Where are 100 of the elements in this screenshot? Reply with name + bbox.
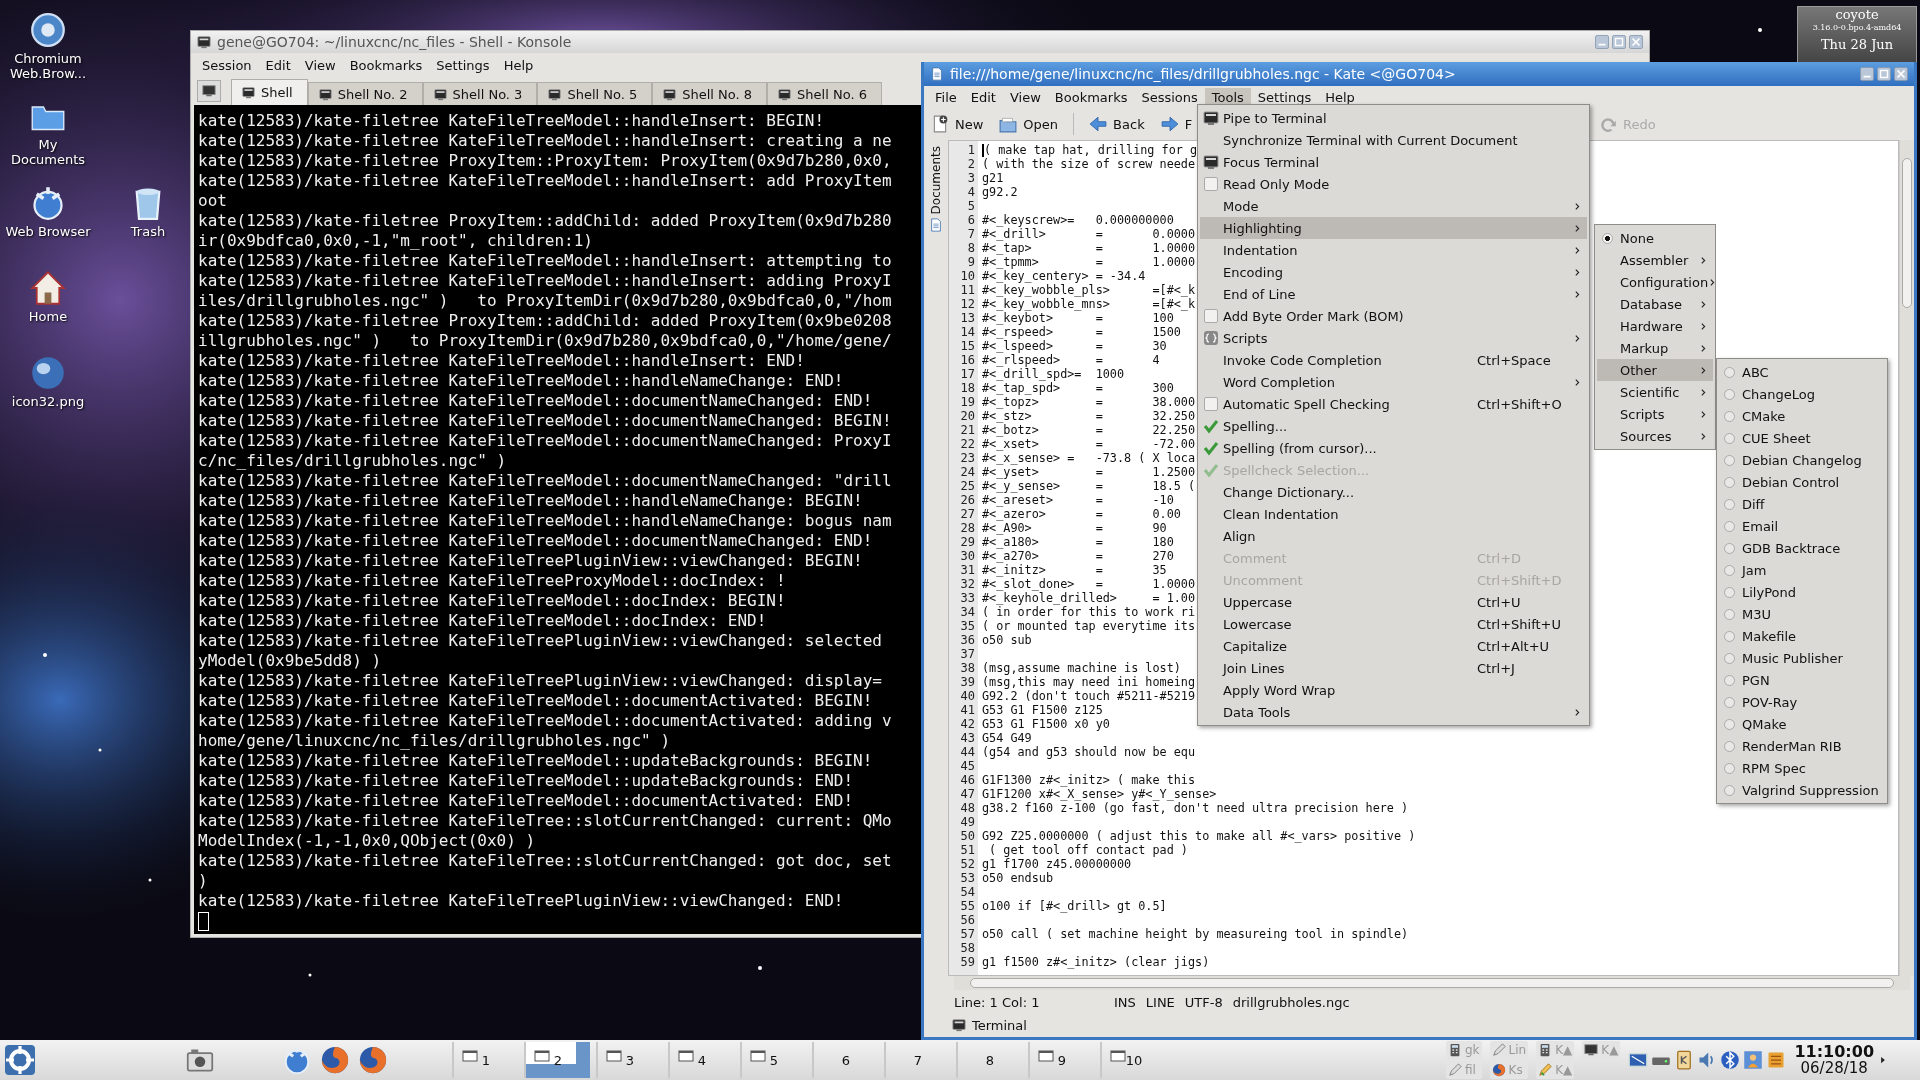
radio-button[interactable]: [1724, 366, 1735, 378]
minimize-icon[interactable]: [1595, 35, 1609, 49]
menu-item[interactable]: Assembler: [1597, 249, 1713, 271]
desktop-button[interactable]: 7: [884, 1042, 950, 1078]
tab[interactable]: Shell No. 2: [307, 82, 423, 105]
menu-item[interactable]: Markup: [1597, 337, 1713, 359]
radio-button[interactable]: [1724, 564, 1735, 576]
desktop-button[interactable]: 2: [524, 1042, 590, 1078]
menu-item[interactable]: Configuration: [1597, 271, 1713, 293]
menu-item[interactable]: Scientific: [1597, 381, 1713, 403]
menu-item[interactable]: Session: [195, 55, 259, 75]
menu-item[interactable]: Spelling...: [1200, 415, 1587, 437]
menu-item[interactable]: Uppercase Ctrl+U: [1200, 591, 1587, 613]
menu-item[interactable]: Join Lines Ctrl+J: [1200, 657, 1587, 679]
menu-item[interactable]: Pipe to Terminal: [1200, 107, 1587, 129]
menu-item[interactable]: Debian Changelog: [1719, 449, 1885, 471]
menu-item[interactable]: Sources: [1597, 425, 1713, 447]
menu-item[interactable]: QMake: [1719, 713, 1885, 735]
menu-item[interactable]: Email: [1719, 515, 1885, 537]
fox-globe-icon[interactable]: [320, 1045, 350, 1075]
menu-item[interactable]: Clean Indentation: [1200, 503, 1587, 525]
menu-item[interactable]: Align: [1200, 525, 1587, 547]
menu-item[interactable]: Help: [496, 55, 541, 75]
tab[interactable]: Terminal: [952, 1014, 1027, 1036]
toolbar-button[interactable]: Back: [1086, 111, 1148, 137]
menu-item[interactable]: Apply Word Wrap: [1200, 679, 1587, 701]
menu-item[interactable]: Encoding: [1200, 261, 1587, 283]
radio-button[interactable]: [1724, 542, 1735, 554]
fox-globe-icon[interactable]: [358, 1045, 388, 1075]
desktop-button[interactable]: 1: [452, 1042, 518, 1078]
icon-label[interactable]: Home: [3, 309, 93, 324]
toolbar-button[interactable]: F: [1157, 111, 1196, 137]
menu-item[interactable]: Add Byte Order Mark (BOM): [1200, 305, 1587, 327]
menu-item[interactable]: CUE Sheet: [1719, 427, 1885, 449]
close-icon[interactable]: [1629, 35, 1643, 49]
menu-item[interactable]: M3U: [1719, 603, 1885, 625]
maximize-icon[interactable]: [1612, 35, 1626, 49]
menu-item[interactable]: Mode: [1200, 195, 1587, 217]
network-icon[interactable]: [1628, 1050, 1649, 1070]
radio-button[interactable]: [1724, 454, 1735, 466]
menu-item[interactable]: Sessions: [1134, 87, 1205, 107]
menu-item[interactable]: ABC: [1719, 361, 1885, 383]
radio-button[interactable]: [1724, 608, 1735, 620]
menu-item[interactable]: Database: [1597, 293, 1713, 315]
icon-label[interactable]: My Documents: [3, 137, 93, 167]
radio-button[interactable]: [1724, 520, 1735, 532]
radio-button[interactable]: [1724, 762, 1735, 774]
menu-item[interactable]: Word Completion: [1200, 371, 1587, 393]
menu-item[interactable]: Change Dictionary...: [1200, 481, 1587, 503]
sphere-icon[interactable]: [30, 355, 66, 391]
checkbox[interactable]: [1203, 309, 1218, 323]
menu-item[interactable]: Settings: [429, 55, 497, 75]
menu-item[interactable]: Capitalize Ctrl+Alt+U: [1200, 635, 1587, 657]
tab[interactable]: Shell No. 3: [422, 82, 538, 105]
radio-button[interactable]: [1602, 232, 1613, 244]
menu-item[interactable]: Valgrind Suppression: [1719, 779, 1885, 801]
menu-item[interactable]: Settings: [1250, 87, 1319, 107]
radio-button[interactable]: [1724, 432, 1735, 444]
clock[interactable]: 11:10:00 06/28/18: [1794, 1043, 1874, 1077]
menu-item[interactable]: Music Publisher: [1719, 647, 1885, 669]
maximize-icon[interactable]: [1877, 67, 1891, 81]
menu-item[interactable]: Scripts: [1597, 403, 1713, 425]
menu-item[interactable]: PGN: [1719, 669, 1885, 691]
desktop-button[interactable]: 9: [1028, 1042, 1094, 1078]
menu-item[interactable]: Scripts: [1200, 327, 1587, 349]
radio-button[interactable]: [1724, 476, 1735, 488]
menu-item[interactable]: GDB Backtrace: [1719, 537, 1885, 559]
menu-item[interactable]: Automatic Spell Checking Ctrl+Shift+O: [1200, 393, 1587, 415]
radio-button[interactable]: [1724, 696, 1735, 708]
menu-item[interactable]: None: [1597, 227, 1713, 249]
icon-label[interactable]: Trash: [103, 224, 193, 239]
icon-label[interactable]: Chromium Web.Brow...: [3, 51, 93, 81]
menu-item[interactable]: RenderMan RIB: [1719, 735, 1885, 757]
menu-item[interactable]: Edit: [258, 55, 298, 75]
radio-button[interactable]: [1724, 718, 1735, 730]
menu-item[interactable]: ChangeLog: [1719, 383, 1885, 405]
menu-item[interactable]: Help: [1318, 87, 1362, 107]
minimize-icon[interactable]: [1860, 67, 1874, 81]
tab[interactable]: Shell No. 5: [537, 82, 653, 105]
radio-button[interactable]: [1724, 652, 1735, 664]
gear-icon[interactable]: [4, 1044, 36, 1076]
globe-icon[interactable]: [30, 185, 66, 221]
close-icon[interactable]: [1894, 67, 1908, 81]
menu-item[interactable]: Synchronize Terminal with Current Document: [1200, 129, 1587, 151]
tab[interactable]: Shell No. 8: [652, 82, 768, 105]
menu-item[interactable]: Diff: [1719, 493, 1885, 515]
side-tab[interactable]: Documents: [927, 144, 945, 235]
tab[interactable]: Shell: [231, 79, 308, 105]
horizontal-scrollbar[interactable]: [954, 976, 1910, 990]
icon-label[interactable]: Web Browser: [3, 224, 93, 239]
menu-item[interactable]: Focus Terminal: [1200, 151, 1587, 173]
desktop-button[interactable]: 6: [812, 1042, 878, 1078]
radio-button[interactable]: [1724, 498, 1735, 510]
vertical-scrollbar[interactable]: [1899, 140, 1914, 976]
menu-item[interactable]: CMake: [1719, 405, 1885, 427]
radio-button[interactable]: [1724, 674, 1735, 686]
menu-item[interactable]: POV-Ray: [1719, 691, 1885, 713]
desktop-button[interactable]: 10: [1100, 1042, 1166, 1078]
menu-item[interactable]: Jam: [1719, 559, 1885, 581]
menu-item[interactable]: RPM Spec: [1719, 757, 1885, 779]
